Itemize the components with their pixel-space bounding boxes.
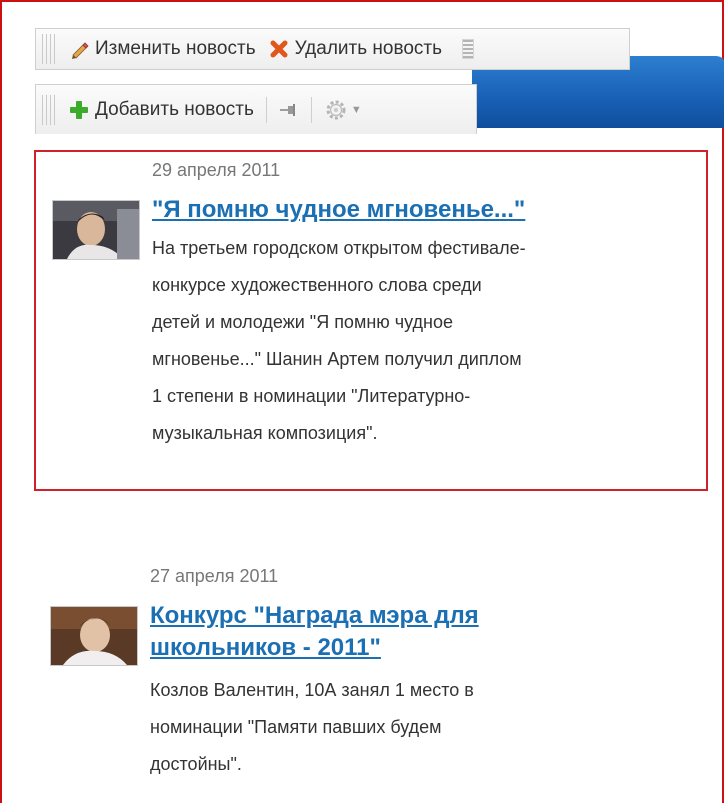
news-body: На третьем городском открытом фестивале-…	[152, 230, 526, 452]
news-body: Козлов Валентин, 10А занял 1 место в ном…	[150, 672, 474, 783]
green-plus-icon	[70, 100, 88, 119]
chevron-down-icon: ▼	[350, 103, 362, 116]
page: Изменить новость Удалить новость Добавит…	[0, 0, 724, 803]
news-title-link[interactable]: "Я помню чудное мгновенье..."	[152, 194, 525, 226]
toolbar-grip-handle-2[interactable]	[42, 94, 56, 125]
news-photo	[53, 201, 139, 259]
delete-news-label: Удалить новость	[294, 38, 443, 59]
news-photo	[51, 607, 137, 665]
news-date: 27 апреля 2011	[150, 566, 279, 586]
toolbar-overflow-handle[interactable]	[462, 39, 475, 59]
toolbar-separator-2	[310, 96, 312, 123]
news-body-line: Козлов Валентин, 10А занял 1 место в	[150, 680, 474, 700]
pin-button[interactable]	[273, 85, 305, 134]
add-toolbar: Добавить новость ▼	[35, 84, 477, 134]
news-body-line: конкурсе художественного слова среди	[152, 275, 482, 295]
add-news-label: Добавить новость	[95, 98, 254, 120]
toolbar-separator	[265, 96, 267, 123]
news-thumbnail[interactable]	[52, 200, 140, 260]
settings-dropdown-button[interactable]: ▼	[318, 85, 368, 134]
news-title-link[interactable]: Конкурс "Награда мэра для школьников - 2…	[150, 600, 479, 664]
pin-icon	[279, 103, 295, 116]
news-body-line: 1 степени в номинации "Литературно-	[152, 386, 471, 406]
edit-toolbar: Изменить новость Удалить новость	[35, 28, 630, 70]
news-body-line: достойны".	[150, 754, 242, 774]
delete-news-button[interactable]: Удалить новость	[262, 29, 448, 69]
news-body-line: На третьем городском открытом фестивале-	[152, 238, 526, 258]
edit-news-button[interactable]: Изменить новость	[62, 29, 262, 69]
edit-news-label: Изменить новость	[95, 38, 256, 59]
news-item-selected[interactable]: 29 апреля 2011 "Я помню чудное мгновенье…	[34, 150, 708, 491]
news-thumbnail[interactable]	[50, 606, 138, 666]
red-x-icon	[270, 40, 288, 58]
news-title-line: школьников - 2011"	[150, 634, 381, 661]
news-title-line: Конкурс "Награда мэра для	[150, 602, 479, 629]
news-item[interactable]: 27 апреля 2011 Конкурс "Награда мэра для…	[34, 558, 708, 805]
news-body-line: мгновенье..." Шанин Артем получил диплом	[152, 349, 522, 369]
pencil-icon	[72, 42, 89, 59]
add-news-button[interactable]: Добавить новость	[62, 85, 260, 134]
news-date: 29 апреля 2011	[152, 160, 281, 180]
gear-icon	[326, 100, 346, 119]
news-body-line: музыкальная композиция".	[152, 423, 378, 443]
news-body-line: номинации "Памяти павших будем	[150, 717, 442, 737]
toolbar-grip-handle[interactable]	[42, 34, 56, 64]
news-body-line: детей и молодежи "Я помню чудное	[152, 312, 454, 332]
